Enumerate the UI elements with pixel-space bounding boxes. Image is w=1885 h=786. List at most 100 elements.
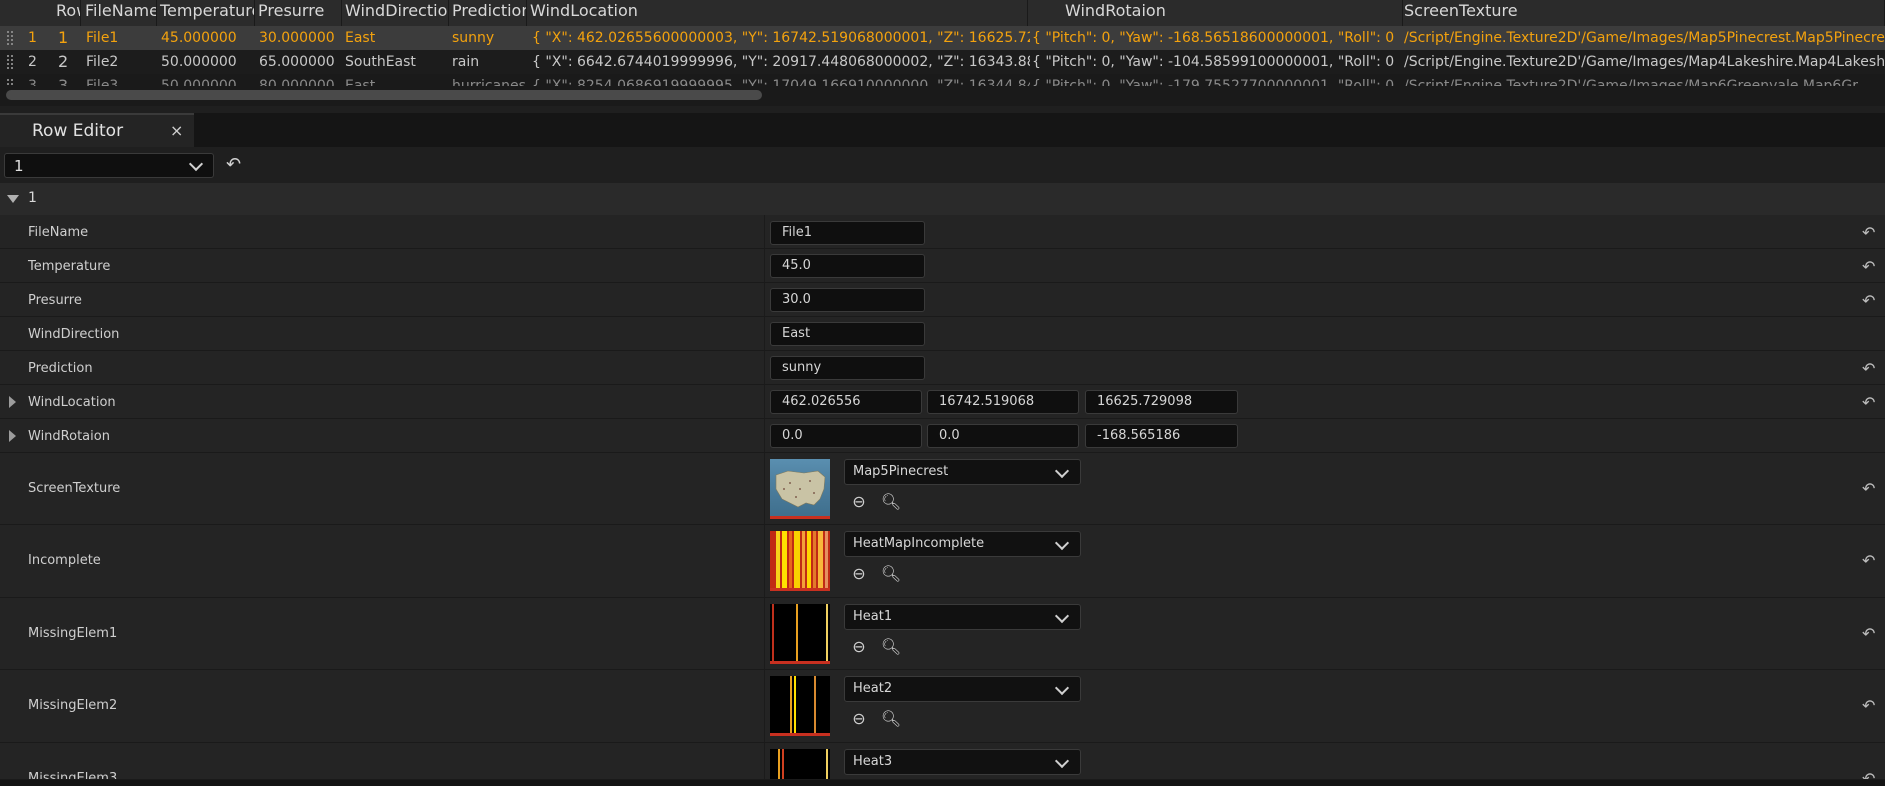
table-row[interactable]: 1 1 File1 45.000000 30.000000 East sunny… [0, 26, 1885, 50]
asset-name: HeatMapIncomplete [853, 536, 985, 551]
tab-title: Row Editor [32, 121, 124, 141]
browse-asset-icon[interactable]: 🔍︎ [880, 636, 902, 658]
windlocation-z-field[interactable]: 16625.729098 [1085, 390, 1238, 414]
chevron-down-icon [1054, 608, 1070, 624]
texture-thumbnail[interactable] [770, 676, 830, 736]
reset-to-default-icon[interactable]: ↶ [1862, 359, 1875, 378]
chevron-down-icon [1054, 463, 1070, 479]
property-row-screentexture: ScreenTexture Map5Pinecrest ⊖ 🔍︎ ↶ [0, 453, 1885, 525]
reset-to-default-icon[interactable]: ↶ [1862, 291, 1875, 310]
property-label: WindRotaion [28, 429, 110, 444]
reset-to-default-icon[interactable]: ↶ [1862, 257, 1875, 276]
collapse-arrow-icon[interactable] [7, 195, 19, 203]
property-row-winddirection: WindDirection East [0, 317, 1885, 351]
property-row-windrotaion: WindRotaion 0.0 0.0 -168.565186 [0, 419, 1885, 453]
asset-name: Heat2 [853, 681, 893, 696]
property-label: WindLocation [28, 395, 116, 410]
property-row-missingelem3: MissingElem3 Heat3 ↶ [0, 743, 1885, 780]
reset-to-default-icon[interactable]: ↶ [1862, 223, 1875, 242]
chevron-down-icon [1054, 680, 1070, 696]
row-select-dropdown[interactable]: 1 [4, 153, 214, 178]
reset-to-default-icon[interactable]: ↶ [1862, 551, 1875, 570]
column-header-windlocation[interactable]: WindLocation [528, 0, 1028, 26]
drag-handle-icon[interactable] [6, 78, 14, 86]
scrollbar-thumb[interactable] [6, 90, 762, 100]
group-label: 1 [28, 190, 37, 206]
column-header-presurre[interactable]: Presurre [256, 0, 342, 26]
incomplete-asset-picker[interactable]: HeatMapIncomplete [844, 531, 1081, 557]
asset-name: Map5Pinecrest [853, 464, 949, 479]
browse-asset-icon[interactable]: 🔍︎ [880, 563, 902, 585]
property-label: Incomplete [28, 553, 101, 568]
texture-thumbnail[interactable] [770, 459, 830, 519]
horizontal-scrollbar[interactable] [0, 88, 1885, 102]
use-selected-asset-icon[interactable]: ⊖ [848, 563, 870, 585]
undo-icon[interactable]: ↶ [226, 154, 241, 175]
table-row[interactable]: 2 2 File2 50.000000 65.000000 SouthEast … [0, 50, 1885, 74]
property-group-header[interactable]: 1 [0, 183, 1885, 215]
drag-handle-icon[interactable] [6, 30, 14, 46]
browse-asset-icon[interactable]: 🔍︎ [880, 491, 902, 513]
screentexture-asset-picker[interactable]: Map5Pinecrest [844, 459, 1081, 485]
texture-thumbnail[interactable] [770, 749, 830, 779]
tab-strip: Row Editor × [0, 113, 1885, 147]
reset-to-default-icon[interactable]: ↶ [1862, 624, 1875, 643]
browse-asset-icon[interactable]: 🔍︎ [880, 708, 902, 730]
use-selected-asset-icon[interactable]: ⊖ [848, 491, 870, 513]
drag-handle-icon[interactable] [6, 54, 14, 70]
table-row[interactable]: 3 3 File3 50.000000 80.000000 East hurri… [0, 74, 1885, 86]
missingelem2-asset-picker[interactable]: Heat2 [844, 676, 1081, 702]
reset-to-default-icon[interactable]: ↶ [1862, 479, 1875, 498]
missingelem3-asset-picker[interactable]: Heat3 [844, 749, 1081, 775]
column-header-filename[interactable]: FileName [83, 0, 157, 26]
windlocation-x-field[interactable]: 462.026556 [770, 390, 922, 414]
property-row-prediction: Prediction sunny ↶ [0, 351, 1885, 385]
column-header-winddirection[interactable]: WindDirection [343, 0, 449, 26]
property-label: Prediction [28, 361, 93, 376]
presurre-field[interactable]: 30.0 [770, 288, 925, 312]
asset-name: Heat1 [853, 609, 893, 624]
property-row-missingelem1: MissingElem1 Heat1 ⊖ 🔍︎ ↶ [0, 598, 1885, 670]
map-thumbnail-icon [775, 470, 826, 508]
texture-thumbnail[interactable] [770, 604, 830, 664]
property-label: ScreenTexture [28, 481, 121, 496]
row-select-value: 1 [14, 157, 24, 175]
prediction-field[interactable]: sunny [770, 356, 925, 380]
windrotaion-x-field[interactable]: 0.0 [770, 424, 922, 448]
column-header-temperature[interactable]: Temperature [158, 0, 255, 26]
expand-arrow-icon[interactable] [9, 430, 16, 442]
property-label: MissingElem1 [28, 626, 118, 641]
close-icon[interactable]: × [170, 121, 183, 140]
column-header-screentexture[interactable]: ScreenTexture [1402, 0, 1885, 26]
tab-row-editor[interactable]: Row Editor × [0, 113, 194, 147]
filename-field[interactable]: File1 [770, 221, 925, 245]
windrotaion-z-field[interactable]: -168.565186 [1085, 424, 1238, 448]
reset-to-default-icon[interactable]: ↶ [1862, 393, 1875, 412]
windrotaion-y-field[interactable]: 0.0 [927, 424, 1079, 448]
property-row-presurre: Presurre 30.0 ↶ [0, 283, 1885, 317]
asset-name: Heat3 [853, 754, 893, 769]
column-header-row[interactable]: Row [54, 0, 81, 26]
property-label: WindDirection [28, 327, 120, 342]
property-row-temperature: Temperature 45.0 ↶ [0, 249, 1885, 283]
reset-to-default-icon[interactable]: ↶ [1862, 769, 1875, 779]
windlocation-y-field[interactable]: 16742.519068 [927, 390, 1079, 414]
property-row-incomplete: Incomplete HeatMapIncomplete ⊖ 🔍︎ ↶ [0, 525, 1885, 598]
use-selected-asset-icon[interactable]: ⊖ [848, 708, 870, 730]
table-header: Row FileName Temperature Presurre WindDi… [0, 0, 1885, 26]
data-table: Row FileName Temperature Presurre WindDi… [0, 0, 1885, 106]
reset-to-default-icon[interactable]: ↶ [1862, 696, 1875, 715]
column-header-windrotaion[interactable]: WindRotaion [1063, 0, 1403, 26]
chevron-down-icon [1054, 753, 1070, 769]
property-row-windlocation: WindLocation 462.026556 16742.519068 166… [0, 385, 1885, 419]
chevron-down-icon [188, 156, 204, 172]
row-editor-toolbar: 1 ↶ [0, 147, 1885, 183]
column-header-prediction[interactable]: Prediction [450, 0, 527, 26]
missingelem1-asset-picker[interactable]: Heat1 [844, 604, 1081, 630]
winddirection-field[interactable]: East [770, 322, 925, 346]
temperature-field[interactable]: 45.0 [770, 254, 925, 278]
texture-thumbnail[interactable] [770, 531, 830, 591]
chevron-down-icon [1054, 535, 1070, 551]
use-selected-asset-icon[interactable]: ⊖ [848, 636, 870, 658]
expand-arrow-icon[interactable] [9, 396, 16, 408]
